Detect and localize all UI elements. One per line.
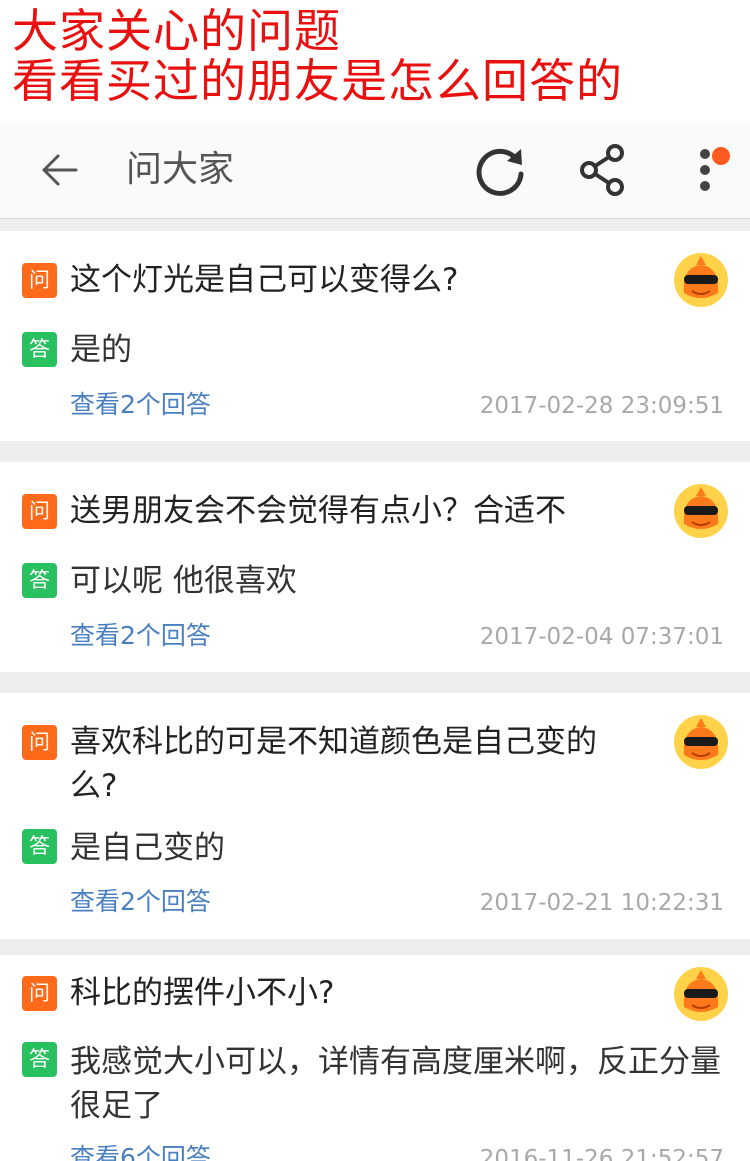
page-title: 问大家 [126,149,235,190]
question-badge: 问 [22,263,57,298]
notification-dot [712,147,730,165]
question-date: 2017-02-04 07:37:01 [479,624,724,650]
banner-subtitle: 看看买过的朋友是怎么回答的 [12,54,623,108]
refresh-icon [476,148,524,196]
view-answers-link[interactable]: 查看6个回答 [70,1143,211,1161]
answer-badge: 答 [22,829,57,864]
mascot-avatar-icon [674,967,728,1021]
back-button[interactable] [30,121,90,219]
question-text: 科比的摆件小不小? [70,975,335,1011]
question-date: 2017-02-21 10:22:31 [479,890,724,916]
question-date: 2017-02-28 23:09:51 [479,393,724,419]
mascot-avatar-icon [674,484,728,538]
share-button[interactable] [570,121,634,219]
app-toolbar: 问大家 [0,121,750,219]
view-answers-link[interactable]: 查看2个回答 [70,621,211,651]
answer-badge: 答 [22,563,57,598]
answer-text: 是的 [70,332,132,368]
more-menu-button[interactable] [680,121,730,219]
mascot-avatar-icon [674,253,728,307]
banner-title: 大家关心的问题 [12,4,341,58]
refresh-button[interactable] [468,121,532,219]
question-text: 这个灯光是自己可以变得么? [70,262,459,298]
view-answers-link[interactable]: 查看2个回答 [70,887,211,917]
question-card[interactable]: 问 这个灯光是自己可以变得么? 答 是的 查看2个回答 2017-02-28 2… [0,231,750,441]
answer-text: 是自己变的 [70,830,225,866]
answer-text: 我感觉大小可以，详情有高度厘米啊，反正分量很足了 [70,1044,721,1124]
question-text: 送男朋友会不会觉得有点小？合适不 [70,493,566,529]
view-answers-link[interactable]: 查看2个回答 [70,390,211,420]
question-badge: 问 [22,976,57,1011]
more-vertical-icon [700,149,710,191]
mascot-avatar-icon [674,715,728,769]
question-card[interactable]: 问 科比的摆件小不小? 答 我感觉大小可以，详情有高度厘米啊，反正分量很足了 查… [0,955,750,1161]
promo-banner: 大家关心的问题 看看买过的朋友是怎么回答的 [0,0,750,121]
question-badge: 问 [22,725,57,760]
question-text: 喜欢科比的可是不知道颜色是自己变的么? [70,724,597,804]
answer-badge: 答 [22,332,57,367]
arrow-left-icon [42,154,78,186]
question-badge: 问 [22,494,57,529]
question-card[interactable]: 问 喜欢科比的可是不知道颜色是自己变的么? 答 是自己变的 查看2个回答 201… [0,693,750,939]
question-date: 2016-11-26 21:52:57 [479,1146,724,1161]
question-card[interactable]: 问 送男朋友会不会觉得有点小？合适不 答 可以呢 他很喜欢 查看2个回答 201… [0,462,750,672]
answer-badge: 答 [22,1042,57,1077]
share-icon [580,144,624,196]
answer-text: 可以呢 他很喜欢 [70,563,297,599]
